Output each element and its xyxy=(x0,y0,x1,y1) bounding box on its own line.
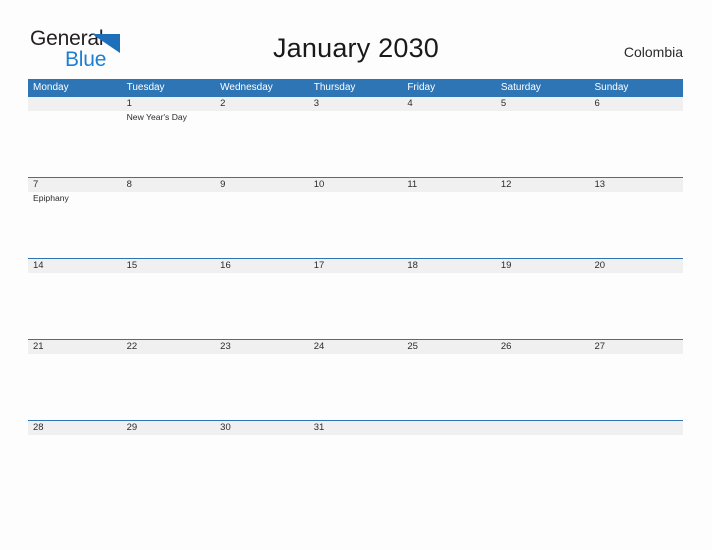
day-cell[interactable]: 9 xyxy=(215,178,309,258)
day-number: 19 xyxy=(500,260,512,271)
day-number: 12 xyxy=(500,179,512,190)
day-cell[interactable] xyxy=(28,97,122,177)
day-event: Epiphany xyxy=(33,193,69,203)
day-number: 31 xyxy=(313,422,325,433)
week-row: 1 New Year's Day 2 3 4 5 6 xyxy=(28,96,683,177)
day-cell[interactable]: 14 xyxy=(28,259,122,339)
day-number: 20 xyxy=(594,260,606,271)
day-cell[interactable]: 16 xyxy=(215,259,309,339)
day-number: 6 xyxy=(594,98,600,109)
day-number: 30 xyxy=(220,422,231,433)
weekday-sunday: Sunday xyxy=(594,82,629,93)
day-number: 10 xyxy=(313,179,325,190)
day-cell[interactable]: 11 xyxy=(402,178,496,258)
day-number: 21 xyxy=(33,341,44,352)
day-number: 24 xyxy=(313,341,325,352)
day-cell[interactable]: 12 xyxy=(496,178,590,258)
day-number: 18 xyxy=(407,260,418,271)
day-cell[interactable]: 15 xyxy=(122,259,216,339)
day-cell[interactable]: 26 xyxy=(496,340,590,420)
calendar-grid: Monday Tuesday Wednesday Thursday Friday… xyxy=(28,79,683,501)
day-number: 27 xyxy=(594,341,606,352)
day-number: 3 xyxy=(313,98,320,109)
day-number: 9 xyxy=(220,179,226,190)
weekday-wednesday: Wednesday xyxy=(220,82,273,93)
week-row: 28 29 30 31 xyxy=(28,420,683,501)
weekday-thursday: Thursday xyxy=(313,82,356,93)
day-number: 25 xyxy=(407,341,418,352)
day-cell[interactable]: 10 xyxy=(309,178,403,258)
week-row: 7 Epiphany 8 9 10 11 12 13 xyxy=(28,177,683,258)
day-cell[interactable]: 25 xyxy=(402,340,496,420)
day-cell[interactable]: 17 xyxy=(309,259,403,339)
day-cell[interactable]: 21 xyxy=(28,340,122,420)
day-cell[interactable]: 3 xyxy=(309,97,403,177)
day-cell[interactable]: 28 xyxy=(28,421,122,501)
day-number: 15 xyxy=(126,260,138,271)
weekday-friday: Friday xyxy=(407,82,436,93)
day-number: 28 xyxy=(33,422,44,433)
weekday-header-row: Monday Tuesday Wednesday Thursday Friday… xyxy=(28,79,683,96)
page-title: January 2030 xyxy=(272,33,440,63)
day-number: 14 xyxy=(33,260,44,271)
day-cell[interactable]: 18 xyxy=(402,259,496,339)
day-number: 22 xyxy=(126,341,138,352)
day-number: 7 xyxy=(33,179,39,190)
day-number xyxy=(407,421,496,435)
weekday-tuesday: Tuesday xyxy=(126,82,165,93)
day-cell[interactable]: 5 xyxy=(496,97,590,177)
day-number: 17 xyxy=(313,260,325,271)
weekday-saturday: Saturday xyxy=(500,82,541,93)
day-cell[interactable] xyxy=(589,421,683,501)
day-number: 29 xyxy=(126,422,138,433)
day-number: 13 xyxy=(594,179,606,190)
week-row: 14 15 16 17 18 19 20 xyxy=(28,258,683,339)
day-number: 23 xyxy=(220,341,231,352)
day-number: 11 xyxy=(407,179,418,190)
day-cell[interactable]: 13 xyxy=(589,178,683,258)
page-header: General Blue January 2030 Colombia xyxy=(0,0,712,76)
day-cell[interactable]: 29 xyxy=(122,421,216,501)
day-cell[interactable]: 8 xyxy=(122,178,216,258)
day-cell[interactable] xyxy=(402,421,496,501)
day-number xyxy=(501,421,590,435)
day-number: 16 xyxy=(220,260,231,271)
day-number: 2 xyxy=(220,98,226,109)
day-cell[interactable]: 2 xyxy=(215,97,309,177)
day-cell[interactable]: 7 Epiphany xyxy=(28,178,122,258)
day-cell[interactable]: 19 xyxy=(496,259,590,339)
region-label: Colombia xyxy=(623,44,683,60)
day-cell[interactable]: 22 xyxy=(122,340,216,420)
day-cell[interactable]: 24 xyxy=(309,340,403,420)
day-number: 8 xyxy=(126,179,132,190)
day-cell[interactable]: 23 xyxy=(215,340,309,420)
day-number: 4 xyxy=(407,98,413,109)
day-number xyxy=(33,97,122,111)
day-cell[interactable]: 30 xyxy=(215,421,309,501)
day-cell[interactable]: 1 New Year's Day xyxy=(122,97,216,177)
day-cell[interactable]: 4 xyxy=(402,97,496,177)
day-number: 5 xyxy=(500,98,507,109)
day-cell[interactable]: 20 xyxy=(589,259,683,339)
day-cell[interactable]: 6 xyxy=(589,97,683,177)
day-cell[interactable]: 31 xyxy=(309,421,403,501)
week-row: 21 22 23 24 25 26 27 xyxy=(28,339,683,420)
day-number: 26 xyxy=(500,341,512,352)
day-cell[interactable] xyxy=(496,421,590,501)
day-number: 1 xyxy=(126,98,132,109)
day-cell[interactable]: 27 xyxy=(589,340,683,420)
day-number xyxy=(594,421,683,435)
day-event: New Year's Day xyxy=(126,112,187,122)
weekday-monday: Monday xyxy=(33,82,69,93)
